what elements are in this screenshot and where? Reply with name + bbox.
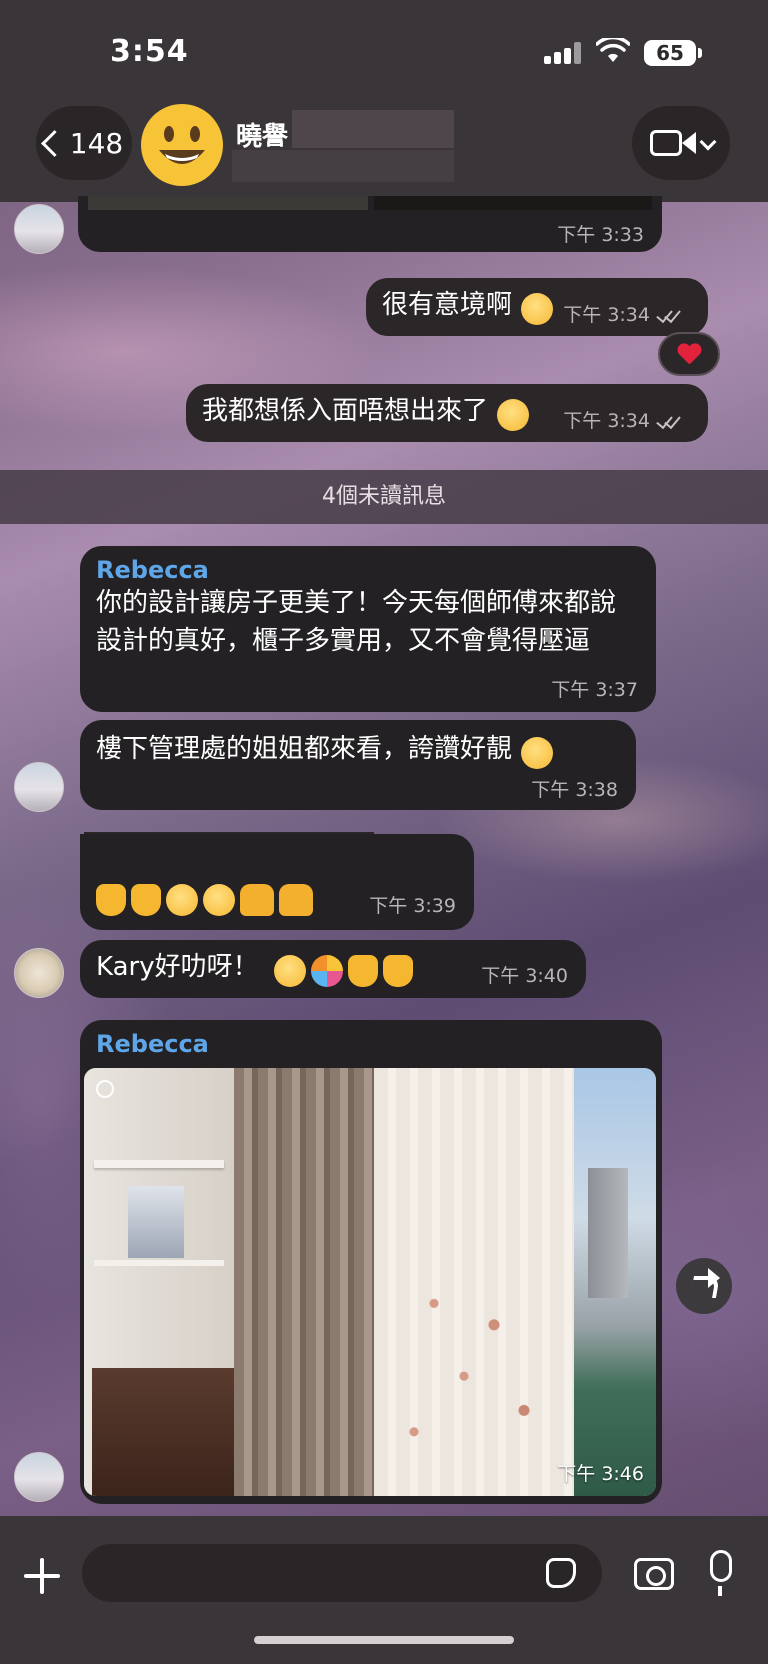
message-meta: 下午 3:34 (563, 406, 681, 433)
message-time: 下午 3:34 (563, 304, 650, 326)
message-text: 樓下管理處的姐姐都來看，誇讚好靚 (96, 734, 513, 764)
camera-icon[interactable] (634, 1558, 674, 1590)
wifi-icon (596, 38, 630, 62)
chevron-down-icon (699, 133, 717, 151)
message-bubble-in[interactable]: 樓下管理處的姐姐都來看，誇讚好靚 下午 3:38 (80, 720, 636, 810)
grin-squint-emoji-icon (203, 884, 236, 916)
microphone-stand (718, 1586, 722, 1596)
redacted-block (232, 150, 454, 182)
live-photo-icon[interactable] (96, 1080, 114, 1098)
signal-icon (544, 42, 584, 64)
grin-squint-emoji-icon (166, 884, 199, 916)
message-text: 我都想係入面唔想出來了 (202, 396, 489, 426)
status-time: 3:54 (110, 34, 189, 69)
read-ticks-icon (656, 305, 681, 324)
smiley-avatar-icon (159, 126, 205, 164)
message-time: 下午 3:37 (551, 679, 638, 701)
photo-curtain (234, 1068, 384, 1496)
video-call-button[interactable] (632, 106, 730, 180)
thumbs-up-emoji-icon (382, 954, 413, 987)
status-bar: 3:54 65 (0, 0, 768, 100)
photo-flower-pattern (374, 1068, 574, 1496)
message-bubble-out[interactable]: 我都想係入面唔想出來了 下午 3:34 (186, 384, 708, 442)
battery-icon: 65 (644, 40, 696, 66)
back-button[interactable]: 148 (36, 106, 132, 180)
party-popper-emoji-icon (310, 954, 343, 987)
thumbs-up-emoji-icon (131, 884, 162, 916)
contact-name[interactable]: 曉譽 (236, 116, 288, 153)
photo-strip (374, 196, 652, 210)
home-indicator (254, 1636, 514, 1644)
message-time: 下午 3:39 (369, 895, 456, 917)
microphone-icon[interactable] (710, 1550, 732, 1582)
raising-hands-emoji-icon (240, 884, 275, 916)
partying-face-emoji-icon (273, 954, 306, 987)
message-bubble-in[interactable]: Kary好叻呀！ 下午 3:40 (80, 940, 586, 998)
photo-book (128, 1186, 184, 1258)
message-text: 你的設計讓房子更美了！今天每個師傅來都說設計的真好，櫃子多實用，又不會覺得壓逼 (96, 588, 617, 656)
smiling-hearts-emoji-icon (521, 292, 554, 325)
video-camera-icon (650, 130, 682, 156)
forward-button[interactable] (676, 1258, 732, 1314)
chat-header: 148 曉譽 (0, 100, 768, 202)
raising-hands-emoji-icon (279, 884, 314, 916)
message-time: 下午 3:33 (557, 224, 644, 246)
forward-arrowhead (708, 1268, 720, 1288)
message-bubble-out[interactable]: 很有意境啊 下午 3:34 (366, 278, 708, 336)
message-time: 下午 3:34 (563, 410, 650, 432)
redacted-block (292, 110, 454, 148)
battery-tip (698, 48, 702, 58)
sender-avatar[interactable] (14, 204, 64, 254)
sender-name[interactable]: Rebecca (96, 556, 640, 584)
back-unread-count: 148 (69, 126, 124, 160)
photo-shelf (94, 1260, 224, 1266)
thumbs-up-emoji-icon (347, 954, 378, 987)
photo-cabinet (92, 1368, 238, 1496)
message-bubble-in[interactable]: 下午 3:33 (78, 196, 662, 252)
message-text: Kary好叻呀！ (96, 952, 259, 982)
photo-strip (88, 196, 368, 210)
read-ticks-icon (656, 411, 681, 430)
message-input[interactable] (82, 1544, 602, 1602)
smiling-hearts-emoji-icon (497, 398, 530, 431)
message-bubble-in[interactable]: 下午 3:39 (80, 834, 474, 930)
sender-avatar[interactable] (14, 762, 64, 812)
message-bubble-in[interactable]: Rebecca 你的設計讓房子更美了！今天每個師傅來都說設計的真好，櫃子多實用，… (80, 546, 656, 712)
sender-avatar[interactable] (14, 1452, 64, 1502)
sender-avatar[interactable] (14, 948, 64, 998)
thumbs-up-emoji-icon (96, 884, 126, 916)
message-text: 很有意境啊 (382, 290, 513, 320)
photo-attachment[interactable]: 下午 3:46 (84, 1068, 656, 1496)
photo-sheer-curtain (374, 1068, 574, 1496)
photo-building (588, 1168, 628, 1298)
contact-avatar[interactable] (141, 104, 223, 186)
heart-icon (678, 344, 702, 366)
grin-squint-emoji-icon (521, 736, 554, 769)
back-chevron-icon (40, 129, 68, 157)
reaction-badge[interactable] (658, 332, 720, 376)
sender-name[interactable]: Rebecca (96, 1030, 646, 1058)
message-time: 下午 3:40 (481, 965, 568, 987)
plus-icon[interactable] (24, 1558, 60, 1594)
video-camera-lens (682, 132, 696, 154)
photo-shelf (94, 1160, 224, 1168)
message-meta: 下午 3:34 (563, 300, 681, 327)
photo-window (574, 1068, 656, 1496)
unread-divider: 4個未讀訊息 (0, 470, 768, 524)
message-time: 下午 3:38 (531, 779, 618, 801)
message-time: 下午 3:46 (557, 1463, 644, 1485)
